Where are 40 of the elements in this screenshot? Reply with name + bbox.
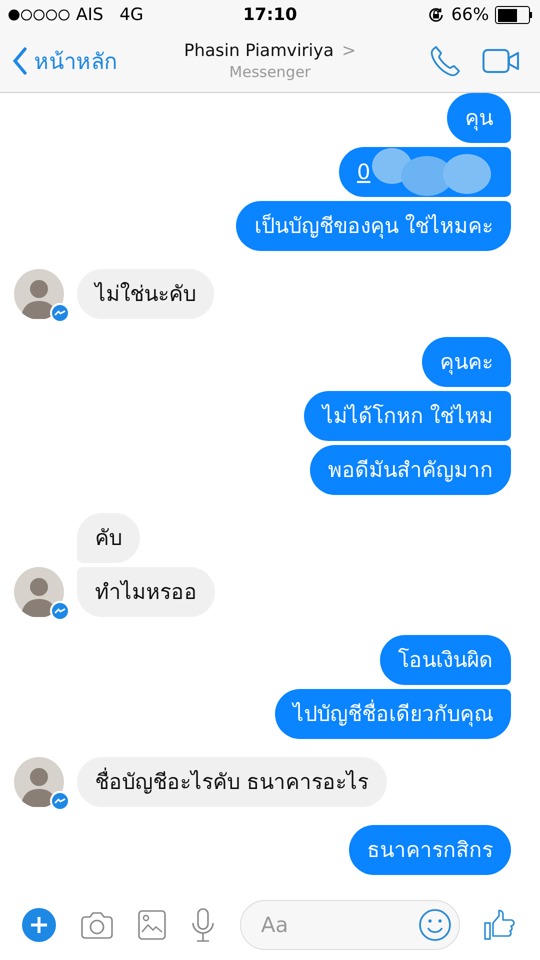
network-type: 4G (119, 5, 144, 25)
received-message: ไม่ใช่นะคับ (77, 269, 214, 319)
sent-message: โอนเงินผิด (380, 635, 511, 685)
video-camera-icon[interactable] (482, 48, 520, 74)
messenger-badge-icon (50, 791, 70, 811)
received-message: คับ (77, 513, 140, 563)
sent-message: เป็นบัญชีของคุน ใช่ไหมคะ (236, 201, 511, 251)
received-message: ทำไมหรออ (77, 567, 215, 617)
contact-name[interactable]: Phasin Piamviriya (184, 41, 334, 61)
sent-message: ธนาคารกสิกร (349, 825, 511, 875)
phone-call-icon[interactable] (428, 44, 462, 78)
thumbs-up-icon[interactable] (484, 909, 516, 941)
message-field[interactable]: Aa (240, 900, 460, 950)
chevron-icon: > (342, 41, 356, 61)
battery-icon (495, 6, 532, 24)
messenger-badge-icon (50, 601, 70, 621)
person-silhouette-icon (14, 567, 64, 617)
link-text[interactable]: 0 (357, 147, 370, 197)
carrier-name: AIS (76, 5, 104, 25)
battery-percent: 66% (451, 5, 489, 25)
person-silhouette-icon (14, 269, 64, 319)
sent-message: พอดีมันสำคัญมาก (310, 445, 511, 495)
received-message: ชื่อบัญชีอะไรคับ ธนาคารอะไร (77, 757, 387, 807)
microphone-icon[interactable] (190, 908, 216, 942)
sent-message: ไม่ได้โกหก ใช่ไหม (304, 391, 511, 441)
signal-icon (8, 9, 70, 21)
back-chevron-icon (12, 47, 28, 75)
nav-subtitle: Messenger (229, 63, 311, 81)
rotation-lock-icon (427, 6, 446, 24)
sent-message: คุน (447, 93, 511, 143)
camera-icon[interactable] (80, 911, 114, 939)
emoji-icon[interactable] (419, 909, 451, 941)
image-icon[interactable] (138, 910, 166, 940)
sent-message: ไปบัญชีชื่อเดียวกับคุณ (275, 689, 511, 739)
person-silhouette-icon (14, 757, 64, 807)
sent-message: คุนคะ (422, 337, 511, 387)
messenger-badge-icon (50, 303, 70, 323)
clock-time: 17:10 (242, 5, 298, 25)
add-icon[interactable] (22, 908, 56, 942)
back-button[interactable]: หน้าหลัก (12, 44, 117, 78)
